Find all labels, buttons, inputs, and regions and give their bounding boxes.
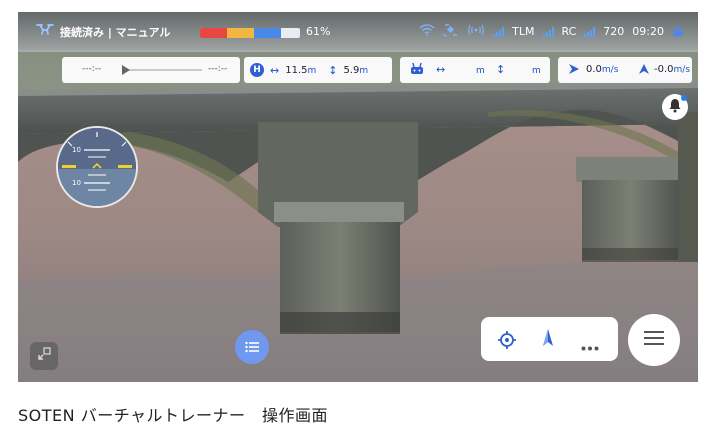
wifi-icon <box>419 24 435 39</box>
tool-group <box>481 317 618 361</box>
radio-waves-icon <box>467 24 485 39</box>
rc-horizontal-unit: m <box>476 66 485 76</box>
compass-button[interactable] <box>541 328 555 354</box>
attitude-right-marker <box>118 165 132 168</box>
home-horizontal-value: 11.5 <box>285 64 308 76</box>
bell-icon <box>668 98 682 117</box>
playback-start: ---:-- <box>82 64 102 74</box>
notification-dot <box>681 95 687 101</box>
crosshair-icon <box>498 331 516 349</box>
vertical-arrow-icon: ↕ <box>496 63 506 76</box>
signal-bars-icon <box>542 26 554 37</box>
lock-icon[interactable] <box>672 24 684 40</box>
hamburger-icon <box>644 330 664 350</box>
signal-bars-icon <box>584 26 596 37</box>
expand-view-button[interactable] <box>30 342 58 370</box>
rc-distance-panel: ↔ m ↕ m <box>400 57 550 83</box>
attitude-upper-label: 10 <box>72 146 81 154</box>
attitude-indicator: 10 10 <box>56 126 138 208</box>
battery-bar <box>200 28 300 38</box>
speed-panel: 0.0m/s -0.0m/s <box>558 57 692 83</box>
notification-button[interactable] <box>662 94 688 120</box>
playback-end: ---:-- <box>208 64 228 74</box>
rc-label: RC <box>561 25 577 38</box>
playback-slider[interactable] <box>122 65 202 75</box>
connection-status: 接続済み | マニュアル <box>60 26 171 39</box>
video-resolution: 720 <box>603 25 625 38</box>
home-icon: H <box>250 63 264 77</box>
battery-segment-red <box>200 28 227 38</box>
home-vertical-unit: m <box>359 65 369 76</box>
home-distance-panel: H ↔ 11.5m ↕ 5.9m <box>244 57 392 83</box>
figure-caption: SOTEN バーチャルトレーナー 操作画面 <box>18 406 329 425</box>
rc-vertical-unit: m <box>532 66 541 76</box>
attitude-left-marker <box>62 165 76 168</box>
camera-viewport[interactable]: 接続済み | マニュアル 61% TLM RC 720 09:20 ---:--… <box>18 12 698 382</box>
satellite-icon <box>443 23 459 40</box>
playback-bar[interactable]: ---:-- ---:-- <box>62 57 240 83</box>
telemetry-label: TLM <box>512 25 535 38</box>
home-vertical-value: 5.9 <box>343 64 360 76</box>
attitude-lower-label: 10 <box>72 179 81 187</box>
horizontal-arrow-icon: ↔ <box>436 63 446 76</box>
signal-bars-icon <box>493 26 505 37</box>
horizontal-speed-unit: m/s <box>601 65 619 75</box>
main-menu-button[interactable] <box>628 314 680 366</box>
clock: 09:20 <box>632 25 664 38</box>
more-dots-icon <box>581 346 599 351</box>
status-right: TLM RC 720 09:20 <box>419 23 684 40</box>
compass-icon <box>543 329 553 346</box>
battery-segment-yellow <box>227 28 254 38</box>
vertical-speed-unit: m/s <box>673 65 691 75</box>
horizontal-speed-icon <box>568 63 580 78</box>
vertical-arrow-icon: ↕ <box>328 63 338 77</box>
horizontal-speed-value: 0.0 <box>586 64 602 75</box>
list-button[interactable] <box>235 330 269 364</box>
battery-percent: 61% <box>306 25 331 38</box>
status-bar: 接続済み | マニュアル 61% TLM RC 720 09:20 <box>18 12 698 50</box>
target-button[interactable] <box>497 330 517 354</box>
horizontal-arrow-icon: ↔ <box>270 63 280 77</box>
controller-icon <box>410 62 424 79</box>
more-button[interactable] <box>581 336 599 355</box>
battery-segment-blue <box>254 28 281 38</box>
list-icon <box>245 338 259 357</box>
vertical-speed-value: -0.0 <box>654 64 674 75</box>
drone-icon <box>36 22 54 39</box>
home-horizontal-unit: m <box>307 65 317 76</box>
vertical-speed-icon <box>638 63 650 78</box>
collapse-arrows-icon <box>36 346 52 366</box>
